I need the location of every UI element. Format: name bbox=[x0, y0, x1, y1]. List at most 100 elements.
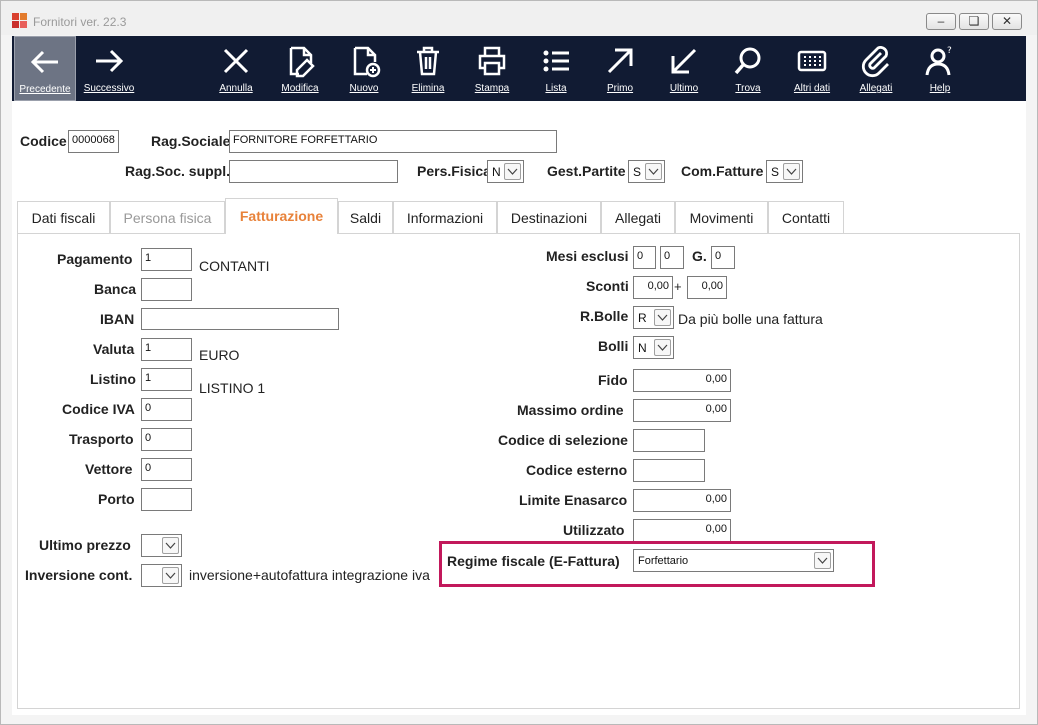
fido-label: Fido bbox=[598, 372, 628, 388]
form-content: Codice 0000068 Rag.Sociale FORNITORE FOR… bbox=[12, 101, 1026, 715]
ragsoc-suppl-field[interactable] bbox=[229, 160, 398, 183]
mesi-esclusi-field-2[interactable]: 0 bbox=[660, 246, 684, 269]
toolbar-button-precedente[interactable]: Precedente bbox=[14, 36, 76, 101]
valuta-field[interactable]: 1 bbox=[141, 338, 192, 361]
toolbar-label: Precedente bbox=[19, 84, 71, 95]
iban-label: IBAN bbox=[100, 311, 135, 327]
trasporto-field[interactable]: 0 bbox=[141, 428, 192, 451]
ultimo-prezzo-label: Ultimo prezzo bbox=[39, 537, 131, 553]
toolbar-label: Allegati bbox=[859, 83, 893, 94]
com-fatture-select[interactable]: S bbox=[766, 160, 803, 183]
minimize-button[interactable]: – bbox=[926, 13, 956, 30]
iban-field[interactable] bbox=[141, 308, 339, 330]
toolbar-button-allegati[interactable]: Allegati bbox=[848, 36, 904, 101]
toolbar-button-successivo[interactable]: Successivo bbox=[80, 36, 138, 101]
rbolle-select[interactable]: R bbox=[633, 306, 674, 329]
chevron-down-icon[interactable] bbox=[654, 309, 671, 326]
chevron-down-icon[interactable] bbox=[504, 163, 521, 180]
svg-text:?: ? bbox=[947, 46, 952, 56]
toolbar-label: Trova bbox=[735, 83, 761, 94]
sconti-field-1[interactable]: 0,00 bbox=[633, 276, 673, 299]
close-icon bbox=[223, 48, 249, 74]
app-logo-icon bbox=[12, 13, 28, 29]
chevron-down-icon[interactable] bbox=[162, 567, 179, 584]
ragsoc-field[interactable]: FORNITORE FORFETTARIO bbox=[229, 130, 557, 153]
tab-allegati[interactable]: Allegati bbox=[601, 201, 675, 233]
chevron-down-icon[interactable] bbox=[645, 163, 662, 180]
toolbar-label: Annulla bbox=[219, 83, 253, 94]
chevron-down-icon[interactable] bbox=[654, 339, 671, 356]
maximize-button[interactable]: ❏ bbox=[959, 13, 989, 30]
vettore-field[interactable]: 0 bbox=[141, 458, 192, 481]
limite-enasarco-field[interactable]: 0,00 bbox=[633, 489, 731, 512]
tab-informazioni[interactable]: Informazioni bbox=[393, 201, 497, 233]
chevron-down-icon[interactable] bbox=[162, 537, 179, 554]
ultimo-prezzo-select[interactable] bbox=[141, 534, 182, 557]
gest-partite-label: Gest.Partite bbox=[547, 163, 626, 179]
toolbar-label: Stampa bbox=[474, 83, 510, 94]
toolbar-label: Help bbox=[929, 83, 951, 94]
tab-contatti[interactable]: Contatti bbox=[768, 201, 844, 233]
tab-dati-fiscali[interactable]: Dati fiscali bbox=[17, 201, 110, 233]
toolbar-button-altri-dati[interactable]: Altri dati bbox=[784, 36, 840, 101]
toolbar-button-help[interactable]: ? Help bbox=[912, 36, 968, 101]
edit-document-icon bbox=[289, 46, 315, 78]
bolli-select[interactable]: N bbox=[633, 336, 674, 359]
pagamento-field[interactable]: 1 bbox=[141, 248, 192, 271]
banca-label: Banca bbox=[94, 281, 137, 297]
tab-destinazioni[interactable]: Destinazioni bbox=[497, 201, 601, 233]
pers-fisica-select[interactable]: N bbox=[487, 160, 524, 183]
tab-movimenti[interactable]: Movimenti bbox=[675, 201, 768, 233]
rbolle-value: R bbox=[638, 311, 647, 325]
codice-selezione-field[interactable] bbox=[633, 429, 705, 452]
regime-fiscale-select[interactable]: Forfettario bbox=[633, 549, 834, 572]
pagamento-desc: CONTANTI bbox=[199, 258, 270, 274]
tab-fatturazione[interactable]: Fatturazione bbox=[225, 198, 338, 234]
com-fatture-label: Com.Fatture bbox=[681, 163, 764, 179]
toolbar-button-stampa[interactable]: Stampa bbox=[464, 36, 520, 101]
close-window-button[interactable]: ✕ bbox=[992, 13, 1022, 30]
tab-saldi[interactable]: Saldi bbox=[338, 201, 393, 233]
inversione-desc: inversione+autofattura integrazione iva bbox=[189, 567, 430, 583]
toolbar-button-ultimo[interactable]: Ultimo bbox=[656, 36, 712, 101]
toolbar-button-annulla[interactable]: Annulla bbox=[208, 36, 264, 101]
toolbar-button-modifica[interactable]: Modifica bbox=[272, 36, 328, 101]
codice-field[interactable]: 0000068 bbox=[68, 130, 119, 153]
chevron-down-icon[interactable] bbox=[814, 552, 831, 569]
regime-fiscale-label: Regime fiscale (E-Fattura) bbox=[447, 553, 620, 569]
toolbar-button-nuovo[interactable]: Nuovo bbox=[336, 36, 392, 101]
rbolle-desc: Da più bolle una fattura bbox=[678, 311, 823, 327]
pagamento-label: Pagamento bbox=[57, 251, 133, 267]
grid-icon bbox=[797, 50, 827, 72]
giorno-label: G. bbox=[692, 248, 707, 264]
codice-esterno-field[interactable] bbox=[633, 459, 705, 482]
arrow-left-icon bbox=[30, 50, 58, 74]
toolbar-button-primo[interactable]: Primo bbox=[592, 36, 648, 101]
inversione-label: Inversione cont. bbox=[25, 567, 133, 583]
utilizzato-field[interactable]: 0,00 bbox=[633, 519, 731, 542]
pers-fisica-value: N bbox=[492, 165, 501, 179]
tab-persona-fisica: Persona fisica bbox=[110, 201, 225, 233]
banca-field[interactable] bbox=[141, 278, 192, 301]
porto-field[interactable] bbox=[141, 488, 192, 511]
massimo-ordine-field[interactable]: 0,00 bbox=[633, 399, 731, 422]
rbolle-label: R.Bolle bbox=[580, 308, 629, 324]
inversione-select[interactable] bbox=[141, 564, 182, 587]
codice-iva-field[interactable]: 0 bbox=[141, 398, 192, 421]
fido-field[interactable]: 0,00 bbox=[633, 369, 731, 392]
toolbar-button-trova[interactable]: Trova bbox=[720, 36, 776, 101]
toolbar-label: Successivo bbox=[83, 83, 135, 94]
toolbar-button-lista[interactable]: Lista bbox=[528, 36, 584, 101]
mesi-esclusi-label: Mesi esclusi bbox=[546, 248, 629, 264]
bolli-label: Bolli bbox=[598, 338, 629, 354]
listino-field[interactable]: 1 bbox=[141, 368, 192, 391]
toolbar-label: Ultimo bbox=[669, 83, 699, 94]
sconti-field-2[interactable]: 0,00 bbox=[687, 276, 727, 299]
giorno-field[interactable]: 0 bbox=[711, 246, 735, 269]
mesi-esclusi-field-1[interactable]: 0 bbox=[633, 246, 656, 269]
toolbar-label: Lista bbox=[545, 83, 567, 94]
gest-partite-select[interactable]: S bbox=[628, 160, 665, 183]
toolbar-button-elimina[interactable]: Elimina bbox=[400, 36, 456, 101]
utilizzato-label: Utilizzato bbox=[563, 522, 625, 538]
chevron-down-icon[interactable] bbox=[783, 163, 800, 180]
